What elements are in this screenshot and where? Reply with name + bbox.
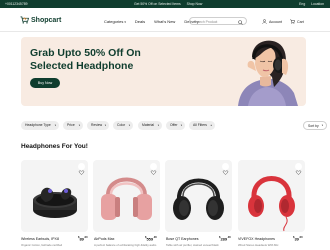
cart-label: Cart <box>297 19 304 24</box>
search-input[interactable]: Search Product <box>189 17 247 25</box>
product-price: $89.00 <box>78 236 88 242</box>
user-icon <box>262 19 267 24</box>
promo-text: Get 50% Off on Selected Items <box>134 2 181 7</box>
cart-logo-icon <box>20 16 29 24</box>
price-cents: .00 <box>153 236 157 239</box>
cart-link[interactable]: Cart <box>290 19 304 24</box>
search-placeholder: Search Product <box>194 20 218 24</box>
shop-now-link[interactable]: Shop Now <box>187 2 203 6</box>
product-desc: Table with air purifier, stained veneer/… <box>166 243 219 247</box>
section-title: Headphones For You! <box>21 143 88 150</box>
top-strip: +00112345789 Get 50% Off on Selected Ite… <box>0 0 330 8</box>
heart-icon <box>222 170 229 175</box>
nav-categories[interactable]: Categories▾ <box>104 19 126 24</box>
filter-review[interactable]: Review ▾ <box>87 121 109 130</box>
filter-icon: ≡ <box>210 124 212 127</box>
phone-number: +00112345789 <box>5 2 28 7</box>
filter-headphone-type[interactable]: Headphone Type ▾ <box>21 121 59 130</box>
nav-whats-new[interactable]: What's New <box>154 19 175 24</box>
price-cents: .00 <box>227 236 231 239</box>
product-card-3[interactable] <box>165 160 232 232</box>
filter-label: Price <box>67 123 75 127</box>
filter-label: Offer <box>170 123 178 127</box>
product-price: $289.00 <box>219 236 231 242</box>
account-link[interactable]: Account <box>262 19 282 24</box>
chevron-down-icon: ▾ <box>124 20 126 24</box>
filter-label: Review <box>91 123 103 127</box>
product-name[interactable]: AirPods Max <box>94 237 114 241</box>
account-label: Account <box>269 19 282 24</box>
filter-bar: Headphone Type ▾ Price ▾ Review ▾ Color ▾ Ma… <box>21 121 327 130</box>
filter-material[interactable]: Material ▾ <box>138 121 162 130</box>
price-cents: .00 <box>83 236 88 239</box>
filter-price[interactable]: Price ▾ <box>63 121 83 130</box>
promo-links: Get 50% Off on Selected Items Shop Now <box>134 2 207 6</box>
chevron-down-icon: ▾ <box>78 124 80 127</box>
product-name[interactable]: Bose QT Earphones <box>166 237 199 241</box>
chevron-down-icon: ▾ <box>128 124 130 127</box>
hero-model-image <box>238 40 298 106</box>
hero-banner: Grab Upto 50% Off On Selected Headphone … <box>21 37 306 106</box>
product-card-4[interactable] <box>238 160 305 232</box>
heart-icon <box>150 170 157 175</box>
chevron-down-icon: ▾ <box>157 124 159 127</box>
heart-icon <box>78 170 85 175</box>
chevron-down-icon: ▾ <box>104 124 106 127</box>
product-price: $39.00 <box>293 236 303 242</box>
filter-label: Color <box>117 123 126 127</box>
product-desc: Organic Cotton, fairtrade certified <box>21 243 63 247</box>
product-desc: A perfect balance of exhilarating high-f… <box>94 243 157 247</box>
filter-color[interactable]: Color ▾ <box>113 121 133 130</box>
sort-by-select[interactable]: Sort by ▾ <box>303 121 327 130</box>
filter-offer[interactable]: Offer ▾ <box>166 121 185 130</box>
product-name[interactable]: Wireless Earbuds, IPX8 <box>21 237 59 241</box>
wishlist-button[interactable] <box>222 163 229 175</box>
main-nav: Categories▾ Deals What's New Delivery <box>104 19 199 24</box>
chevron-down-icon: ▾ <box>54 124 56 127</box>
price-cents: .00 <box>298 236 303 239</box>
search-icon[interactable] <box>238 19 243 25</box>
cart-icon <box>290 19 295 24</box>
chevron-down-icon: ▾ <box>321 124 323 127</box>
location-select[interactable]: Location <box>311 2 324 6</box>
buy-now-button[interactable]: Buy Now <box>30 78 60 88</box>
top-strip-right: Eng Location <box>294 2 324 6</box>
logo-text: Shopcart <box>31 16 62 24</box>
hero-title: Grab Upto 50% Off On Selected Headphone <box>30 47 141 72</box>
logo[interactable]: Shopcart <box>20 16 61 24</box>
wishlist-button[interactable] <box>78 163 85 175</box>
heart-icon <box>295 170 302 175</box>
language-select[interactable]: Eng <box>299 2 305 6</box>
product-card-1[interactable] <box>21 160 88 232</box>
site-header: Shopcart Categories▾ Deals What's New De… <box>0 8 330 32</box>
filter-label: Headphone Type <box>25 123 51 127</box>
sort-label: Sort by <box>308 124 319 128</box>
filter-all[interactable]: All Filters ≡ <box>189 121 215 130</box>
wishlist-button[interactable] <box>150 163 157 175</box>
filter-label: Material <box>142 123 155 127</box>
chevron-down-icon: ▾ <box>180 124 182 127</box>
product-price: $559.00 <box>145 236 157 242</box>
product-card-2[interactable] <box>93 160 160 232</box>
product-name[interactable]: VIVEFOX Headphones <box>238 237 275 241</box>
nav-label: Categories <box>104 19 124 24</box>
wishlist-button[interactable] <box>295 163 302 175</box>
filter-label: All Filters <box>193 123 207 127</box>
nav-deals[interactable]: Deals <box>135 19 145 24</box>
product-desc: Wired Stereo Headsets With Mic <box>238 243 279 247</box>
